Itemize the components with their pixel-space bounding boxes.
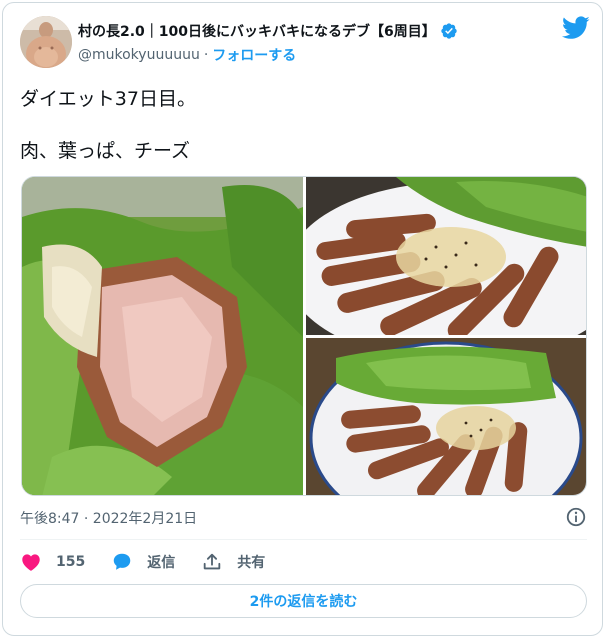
- verified-badge-icon: [441, 23, 457, 39]
- follow-button[interactable]: フォローする: [212, 45, 296, 65]
- share-upload-icon: [203, 553, 221, 570]
- like-count: 155: [56, 554, 86, 570]
- user-name-row[interactable]: 村の長2.0｜100日後にバッキバキになるデブ【6周目】: [78, 20, 458, 42]
- share-label: 共有: [237, 555, 266, 571]
- divider: [20, 539, 587, 540]
- reply-label: 返信: [147, 555, 176, 571]
- twitter-bird-icon[interactable]: [562, 16, 590, 40]
- tweet-card: 村の長2.0｜100日後にバッキバキになるデブ【6周目】 @mukokyuuuu…: [2, 2, 603, 636]
- separator: ·: [203, 47, 209, 63]
- info-icon[interactable]: [565, 506, 587, 528]
- photo-sliced-meat-plate-2[interactable]: [306, 338, 586, 495]
- user-handle[interactable]: @mukokyuuuuuu: [78, 47, 200, 63]
- read-replies-button[interactable]: 2件の返信を読む: [20, 584, 587, 618]
- share-button[interactable]: 共有: [201, 551, 265, 573]
- avatar[interactable]: [20, 16, 72, 68]
- photo-meat-in-lettuce[interactable]: [22, 177, 303, 495]
- photo-sliced-meat-plate-1[interactable]: [306, 177, 586, 335]
- like-button[interactable]: 155: [20, 551, 85, 573]
- action-bar: 155 返信 共有: [20, 550, 291, 574]
- media-grid: [21, 176, 587, 496]
- reply-button[interactable]: 返信: [111, 551, 175, 573]
- handle-row: @mukokyuuuuuu · フォローする: [78, 45, 296, 65]
- speech-bubble-icon: [113, 553, 131, 570]
- heart-icon: [22, 554, 40, 571]
- tweet-text: ダイエット37日目。 肉、葉っぱ、チーズ: [20, 88, 196, 162]
- display-name[interactable]: 村の長2.0｜100日後にバッキバキになるデブ【6周目】: [78, 21, 436, 41]
- tweet-timestamp[interactable]: 午後8:47 · 2022年2月21日: [20, 508, 197, 528]
